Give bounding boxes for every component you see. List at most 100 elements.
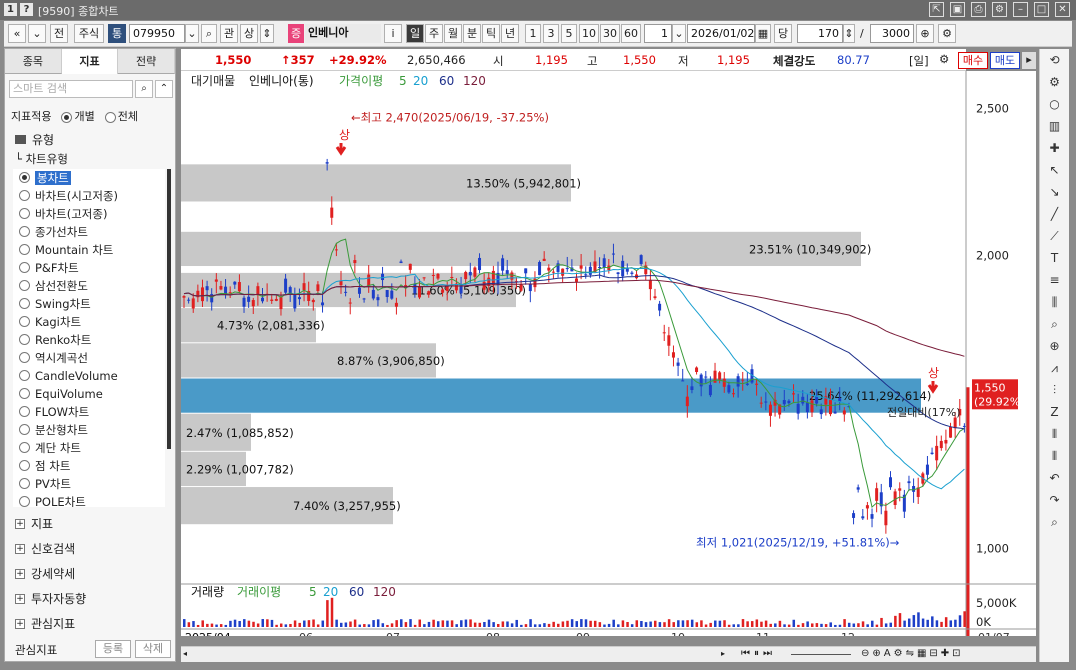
nav-prev-button[interactable]: « <box>8 24 26 43</box>
tab-indicators[interactable]: 지표 <box>61 49 119 74</box>
interval-30-button[interactable]: 30 <box>600 24 620 43</box>
section-2[interactable]: + 강세약세 <box>15 565 75 582</box>
smart-search-input[interactable]: 스마트 검색 <box>9 80 133 98</box>
count-input[interactable]: 170 <box>797 24 843 43</box>
type-section-header[interactable]: 유형 <box>15 131 54 148</box>
sell-button[interactable]: 매도 <box>990 52 1020 69</box>
period-week-tab[interactable]: 주 <box>425 24 443 43</box>
line-icon[interactable]: ╱ <box>1040 203 1069 225</box>
auto-line-icon[interactable]: ⟋ <box>1040 225 1069 247</box>
date-input[interactable]: 2026/01/02 <box>687 24 755 43</box>
chart-type-item[interactable]: Mountain 차트 <box>13 241 165 259</box>
search-icon[interactable]: ⌕ <box>135 80 153 98</box>
price-chart-svg[interactable]: 13.50% (5,942,801)23.51% (10,349,902)11.… <box>181 71 1036 644</box>
total-input[interactable]: 3000 <box>870 24 914 43</box>
chart-type-item[interactable]: 점 차트 <box>13 457 165 475</box>
spin-icon[interactable]: ⇕ <box>260 24 274 43</box>
chart-type-item[interactable]: FLOW차트 <box>13 403 165 421</box>
refresh-icon[interactable]: ⟲ <box>1040 49 1069 71</box>
circle-icon[interactable]: ○ <box>1040 93 1069 115</box>
chart-type-item[interactable]: PV차트 <box>13 475 165 493</box>
chart-type-item[interactable]: Kagi차트 <box>13 313 165 331</box>
count-spin-icon[interactable]: ⇕ <box>843 24 855 43</box>
period-year-tab[interactable]: 년 <box>501 24 519 43</box>
apply-all-radio[interactable]: 전체 <box>104 108 138 124</box>
link-icon[interactable]: ⇱ <box>929 2 944 17</box>
chart-type-item[interactable]: 삼선전환도 <box>13 277 165 295</box>
calendar-icon[interactable]: ▦ <box>755 24 771 43</box>
chart-type-item[interactable]: Swing차트 <box>13 295 165 313</box>
scroll-right-icon[interactable]: ▸ <box>721 649 733 660</box>
section-3[interactable]: + 투자자동향 <box>15 590 86 607</box>
interval-3-button[interactable]: 3 <box>543 24 559 43</box>
config-icon[interactable]: ⚙ <box>1040 71 1069 93</box>
collapse-icon[interactable]: ⌃ <box>155 80 173 98</box>
help-icon[interactable]: ? <box>20 3 33 16</box>
chart-type-item[interactable]: 바차트(고저종) <box>13 205 165 223</box>
chart-type-item[interactable]: 봉차트 <box>13 169 165 187</box>
register-button[interactable]: 등록 <box>95 640 131 658</box>
stock-code-input[interactable]: 079950 <box>129 24 185 43</box>
jeon-button[interactable]: 전 <box>50 24 68 43</box>
save-icon[interactable]: ▣ <box>950 2 965 17</box>
settings-icon[interactable]: ⚙ <box>992 2 1007 17</box>
sang-button[interactable]: 상 <box>240 24 258 43</box>
interval-input[interactable]: 1 <box>644 24 672 43</box>
all-icon[interactable]: ≡ <box>1040 269 1069 291</box>
chart-type-item[interactable]: 종가선차트 <box>13 223 165 241</box>
candle-icon[interactable]: ⫼ <box>1040 291 1069 313</box>
chart-type-item[interactable]: 역시계곡선 <box>13 349 165 367</box>
grid2-icon[interactable]: ⦀ <box>1040 445 1069 467</box>
window-number-icon[interactable]: 1 <box>4 3 17 16</box>
gwan-button[interactable]: 관 <box>220 24 238 43</box>
period-month-tab[interactable]: 월 <box>444 24 462 43</box>
minimize-icon[interactable]: – <box>1013 2 1028 17</box>
infobar-settings-icon[interactable]: ⚙ <box>939 52 949 66</box>
chart-area[interactable]: 13.50% (5,942,801) 23.51% (10,349,902) 11.… <box>181 71 1036 644</box>
chart-type-item[interactable]: Renko차트 <box>13 331 165 349</box>
list-scrollbar[interactable] <box>167 169 171 449</box>
period-tick-tab[interactable]: 틱 <box>482 24 500 43</box>
tong-button[interactable]: 통 <box>108 24 126 43</box>
pointer-icon[interactable]: ↖ <box>1040 159 1069 181</box>
nav-down-icon[interactable]: ⌄ <box>28 24 46 43</box>
zoom-plus-icon[interactable]: ⊕ <box>916 24 934 43</box>
grid-icon[interactable]: ⦀ <box>1040 423 1069 445</box>
period-minute-tab[interactable]: 분 <box>463 24 481 43</box>
chart-type-item[interactable]: 분산형차트 <box>13 421 165 439</box>
magnify-icon[interactable]: ⌕ <box>1040 511 1069 533</box>
text-icon[interactable]: T <box>1040 247 1069 269</box>
arrow-icon[interactable]: ↘ <box>1040 181 1069 203</box>
interval-10-button[interactable]: 10 <box>579 24 599 43</box>
zoom-in-icon[interactable]: ⊕ <box>1040 335 1069 357</box>
chart-scrollbar[interactable]: ◂ ▸ ⏮⏸⏭ ⊖⊕A⚙⇋▦⊟✚⊡ <box>181 646 1036 662</box>
apply-individual-radio[interactable]: 개별 <box>61 108 95 124</box>
zoom-controls[interactable]: ⊖⊕A⚙⇋▦⊟✚⊡ <box>861 648 964 659</box>
redo-icon[interactable]: ↷ <box>1040 489 1069 511</box>
speed-slider[interactable] <box>791 654 851 655</box>
zoom-icon[interactable]: ⌕ <box>1040 313 1069 335</box>
fan-icon[interactable]: ⩘ <box>1040 357 1069 379</box>
dang-button[interactable]: 당 <box>774 24 792 43</box>
expand-icon[interactable]: ▸ <box>1022 52 1036 69</box>
print-icon[interactable]: ⎙ <box>971 2 986 17</box>
bar-chart-icon[interactable]: ▥ <box>1040 115 1069 137</box>
search-icon[interactable]: ⌕ <box>201 24 217 43</box>
info-button[interactable]: i <box>384 24 402 43</box>
interval-60-button[interactable]: 60 <box>621 24 641 43</box>
section-4[interactable]: + 관심지표 <box>15 615 75 632</box>
chart-type-item[interactable]: CandleVolume <box>13 367 165 385</box>
interval-dropdown-icon[interactable]: ⌄ <box>672 24 686 43</box>
chart-type-item[interactable]: 계단 차트 <box>13 439 165 457</box>
playback-controls[interactable]: ⏮⏸⏭ <box>741 648 776 659</box>
maximize-icon[interactable]: □ <box>1034 2 1049 17</box>
tab-stocks[interactable]: 종목 <box>5 49 62 74</box>
buy-button[interactable]: 매수 <box>958 52 988 69</box>
chart-type-item[interactable]: P&F차트 <box>13 259 165 277</box>
chart-type-item[interactable]: EquiVolume <box>13 385 165 403</box>
interval-5-button[interactable]: 5 <box>561 24 577 43</box>
section-1[interactable]: + 신호검색 <box>15 540 75 557</box>
scroll-left-icon[interactable]: ◂ <box>183 649 193 660</box>
period-day-tab[interactable]: 일 <box>406 24 424 43</box>
chart-type-item[interactable]: POLE차트 <box>13 493 165 507</box>
